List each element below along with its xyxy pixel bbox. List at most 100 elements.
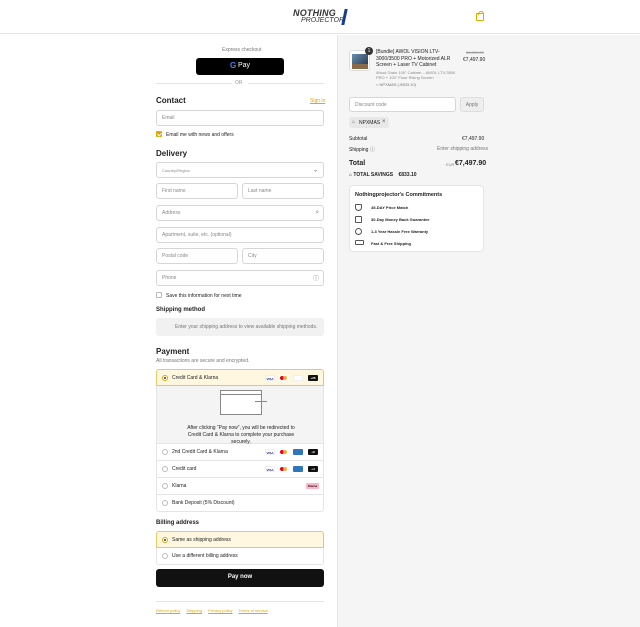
- help-icon[interactable]: ⓘ: [313, 274, 319, 283]
- contact-heading: Contact: [156, 96, 186, 105]
- phone-field[interactable]: Phone ⓘ: [156, 270, 324, 286]
- currency-code: EUR: [446, 162, 455, 167]
- shopping-bag-icon[interactable]: [476, 11, 484, 21]
- payment-option-second-card[interactable]: 2nd Credit Card & Klarna VISA +8: [156, 444, 324, 461]
- radio-button[interactable]: [162, 483, 168, 489]
- more-cards-badge: +4: [308, 466, 318, 472]
- footer-divider: [156, 601, 324, 602]
- chevron-down-icon: ⌄: [312, 167, 318, 174]
- subtotal-label: Subtotal: [349, 136, 368, 142]
- billing-different-option[interactable]: Use a different billing address: [156, 548, 324, 565]
- delivery-heading: Delivery: [156, 149, 188, 158]
- save-info-label: Save this information for next time: [166, 293, 242, 299]
- browser-redirect-icon: [220, 390, 267, 415]
- klarna-icon: Klarna: [306, 483, 319, 489]
- tag-icon: ⌂: [352, 119, 356, 125]
- applied-discount-chip: ⌂ NPXMAS ×: [349, 117, 389, 128]
- divider: [248, 83, 324, 84]
- express-checkout-title: Express checkout: [222, 47, 262, 53]
- apply-button[interactable]: Apply: [460, 97, 484, 112]
- radio-button[interactable]: [162, 466, 168, 472]
- payment-redirect-panel: After clicking “Pay now”, you will be re…: [156, 386, 324, 445]
- more-cards-badge: +26: [308, 375, 318, 381]
- total-value: €7,497.90: [455, 160, 487, 167]
- radio-button[interactable]: [162, 537, 168, 543]
- visa-icon: VISA: [265, 466, 275, 472]
- email-field[interactable]: Email: [156, 110, 324, 126]
- pay-now-button[interactable]: Pay now: [156, 569, 324, 587]
- line-price: €7,497.90: [463, 57, 486, 63]
- redirect-text: After clicking “Pay now”, you will be re…: [187, 425, 295, 445]
- shipping-link[interactable]: Shipping: [186, 608, 202, 613]
- calendar-icon: [355, 216, 362, 223]
- payment-option-klarna[interactable]: Klarna Klarna: [156, 478, 324, 495]
- mastercard-icon: [279, 466, 289, 472]
- payment-heading: Payment: [156, 347, 190, 356]
- visa-icon: VISA: [265, 375, 275, 381]
- radio-button[interactable]: [162, 375, 168, 381]
- newsletter-checkbox[interactable]: [156, 131, 162, 137]
- mastercard-icon: [279, 375, 289, 381]
- shipping-method-heading: Shipping method: [156, 307, 205, 313]
- refund-policy-link[interactable]: Refund policy: [156, 608, 180, 613]
- shipping-method-notice: Enter your shipping address to view avai…: [156, 318, 324, 336]
- footer-links: Refund policy Shipping Privacy policy Te…: [156, 608, 268, 613]
- radio-button[interactable]: [162, 500, 168, 506]
- more-cards-badge: +8: [308, 449, 318, 455]
- shipping-label: Shipping ⓘ: [349, 147, 375, 153]
- google-pay-label: Pay: [238, 62, 251, 69]
- payment-option-credit-klarna[interactable]: Credit Card & Klarna VISA +26: [156, 369, 324, 386]
- shipping-value: Enter shipping address: [437, 146, 489, 152]
- total-label: Total: [349, 160, 366, 167]
- billing-same-option[interactable]: Same as shipping address: [156, 531, 324, 548]
- product-discount: ⌂ NPXMAS (-€833.10): [376, 82, 417, 87]
- search-icon: ⌕: [315, 209, 319, 216]
- tag-icon: ⌂: [376, 82, 379, 87]
- amex-icon: [293, 466, 303, 472]
- amex-icon: [293, 449, 303, 455]
- radio-button[interactable]: [162, 449, 168, 455]
- payment-subtitle: All transactions are secure and encrypte…: [156, 358, 250, 364]
- or-separator: OR: [235, 80, 243, 86]
- help-icon[interactable]: ⓘ: [370, 147, 375, 153]
- close-icon[interactable]: ×: [382, 119, 386, 125]
- google-g-icon: G: [230, 61, 237, 70]
- commitments-title: Nothingprojector's Commitments: [355, 192, 443, 198]
- city-field[interactable]: City: [242, 248, 324, 264]
- shield-check-icon: [355, 204, 362, 211]
- postal-code-field[interactable]: Postal code: [156, 248, 238, 264]
- payment-option-bank-deposit[interactable]: Bank Deposit (5% Discount): [156, 495, 324, 512]
- subtotal-value: €7,497.90: [462, 136, 485, 142]
- logo-line2: PROJECTOR: [301, 17, 345, 24]
- commitments-card: Nothingprojector's Commitments 45-DAY Pr…: [349, 185, 484, 252]
- discount-code-input[interactable]: Discount code: [349, 97, 456, 112]
- header: NOTHING PROJECTOR: [0, 0, 640, 34]
- country-select[interactable]: Country/Region ⌄: [156, 162, 324, 178]
- apartment-field[interactable]: Apartment, suite, etc. (optional): [156, 227, 324, 243]
- quantity-badge: 1: [365, 47, 373, 55]
- truck-icon: [355, 240, 364, 245]
- total-savings: ⌂ TOTAL SAVINGS €833.10: [349, 172, 417, 178]
- divider: [156, 83, 232, 84]
- last-name-field[interactable]: Last name: [242, 183, 324, 199]
- google-pay-button[interactable]: G Pay: [196, 58, 284, 75]
- warranty-icon: [355, 228, 362, 235]
- brand-logo[interactable]: NOTHING PROJECTOR: [293, 8, 349, 28]
- mastercard-icon: [279, 449, 289, 455]
- logo-bar: [341, 9, 348, 25]
- address-field[interactable]: Address ⌕: [156, 205, 324, 221]
- sign-in-link[interactable]: Sign in: [310, 98, 325, 104]
- payment-option-credit-card[interactable]: Credit card VISA +4: [156, 461, 324, 478]
- radio-button[interactable]: [162, 553, 168, 559]
- save-info-checkbox[interactable]: [156, 292, 162, 298]
- privacy-policy-link[interactable]: Privacy policy: [208, 608, 232, 613]
- first-name-field[interactable]: First name: [156, 183, 238, 199]
- billing-heading: Billing address: [156, 520, 200, 526]
- original-price: €8,331.00: [466, 50, 484, 55]
- card-icon: [293, 375, 303, 381]
- product-title: [Bundle] AWOL VISION LTV-3000/3500 PRO +…: [376, 49, 451, 68]
- newsletter-label: Email me with news and offers: [166, 132, 234, 138]
- terms-link[interactable]: Terms of service: [239, 608, 268, 613]
- product-variant: Wood Grain 100" Cabinet – AWOL LTV-3500 …: [376, 70, 456, 80]
- visa-icon: VISA: [265, 449, 275, 455]
